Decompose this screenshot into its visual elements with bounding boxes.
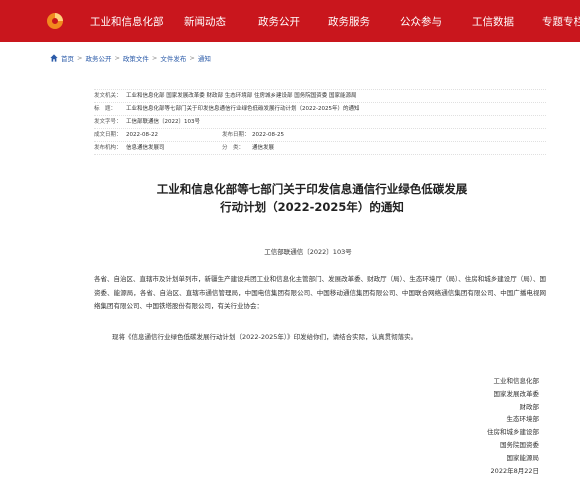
meta-category-value: 通信发展 <box>252 145 275 151</box>
document-title-line2: 行动计划（2022-2025年）的通知 <box>220 200 404 214</box>
meta-title-value: 工业和信息化部等七部门关于印发信息通信行业绿色低碳发展行动计划（2022-202… <box>126 106 360 112</box>
breadcrumb-notice: 通知 <box>197 55 211 63</box>
signer-sasac: 国务院国资委 <box>500 440 539 449</box>
meta-written-value: 2022-08-22 <box>126 132 158 138</box>
signer-nea: 国家能源局 <box>506 453 540 462</box>
document-title: 工业和信息化部等七部门关于印发信息通信行业绿色低碳发展 行动计划（2022-20… <box>150 180 474 216</box>
meta-row-docnum: 发文字号： 工信部联通信〔2022〕103号 <box>94 116 546 129</box>
breadcrumb-separator: > <box>114 54 120 62</box>
breadcrumb-policy-files[interactable]: 政策文件 <box>123 53 149 63</box>
document-body: 现将《信息通信行业绿色低碳发展行动计划（2022-2025年）》印发给你们，请结… <box>112 333 418 341</box>
nav-item-public-participation[interactable]: 公众参与 <box>400 14 442 29</box>
top-navigation-bar: 工业和信息化部 新闻动态 政务公开 政务服务 公众参与 工信数据 专题专栏 <box>0 0 580 42</box>
meta-docnum-label: 发文字号： <box>94 119 122 125</box>
signer-mohurd: 住房和城乡建设部 <box>487 428 539 437</box>
nav-item-services[interactable]: 政务服务 <box>328 14 370 29</box>
document-signers: 工业和信息化部 国家发展改革委 财政部 生态环境部 住房和城乡建设部 国务院国资… <box>487 375 539 477</box>
meta-issuer-value: 工业和信息化部 国家发展改革委 财政部 生态环境部 住房城乡建设部 国务院国资委… <box>126 93 357 99</box>
meta-docnum-value: 工信部联通信〔2022〕103号 <box>126 119 200 125</box>
nav-item-special-topics[interactable]: 专题专栏 <box>542 14 580 29</box>
meta-org-value: 信息通信发展司 <box>126 145 165 151</box>
breadcrumb-government-affairs[interactable]: 政务公开 <box>85 53 111 63</box>
signer-ndrc: 国家发展改革委 <box>493 389 540 398</box>
meta-published-value: 2022-08-25 <box>252 132 284 138</box>
nav-item-news[interactable]: 新闻动态 <box>184 14 226 29</box>
document-number: 工信部联通信〔2022〕103号 <box>264 248 352 256</box>
meta-published-label: 发布日期： <box>222 132 250 138</box>
home-icon[interactable] <box>50 54 58 62</box>
signer-mee: 生态环境部 <box>506 415 540 424</box>
breadcrumb-file-release[interactable]: 文件发布 <box>160 53 186 63</box>
meta-org-label: 发布机构： <box>94 145 122 151</box>
meta-issuer-label: 发文机关： <box>94 93 122 99</box>
document-title-line1: 工业和信息化部等七部门关于印发信息通信行业绿色低碳发展 <box>156 182 468 196</box>
nav-item-government-affairs[interactable]: 政务公开 <box>258 14 300 29</box>
meta-title-label: 标 题： <box>94 106 117 112</box>
breadcrumb: 首页 > 政务公开 > 政策文件 > 文件发布 > 通知 <box>50 53 211 63</box>
signer-mof: 财政部 <box>519 402 540 411</box>
signer-miit: 工业和信息化部 <box>493 377 540 385</box>
meta-written-label: 成文日期： <box>94 132 122 138</box>
breadcrumb-separator: > <box>189 54 195 62</box>
ministry-logo-icon[interactable] <box>46 12 64 30</box>
meta-row-org: 发布机构： 信息通信发展司 分 类： 通信发展 <box>94 142 546 155</box>
signing-date: 2022年8月22日 <box>490 466 539 475</box>
nav-item-miit[interactable]: 工业和信息化部 <box>90 14 164 29</box>
meta-row-title: 标 题： 工业和信息化部等七部门关于印发信息通信行业绿色低碳发展行动计划（2022… <box>94 103 546 116</box>
breadcrumb-home[interactable]: 首页 <box>61 53 74 63</box>
nav-item-data[interactable]: 工信数据 <box>472 14 514 29</box>
breadcrumb-separator: > <box>151 54 158 62</box>
document-meta-table: 发文机关： 工业和信息化部 国家发展改革委 财政部 生态环境部 住房城乡建设部 国… <box>94 89 546 155</box>
document-recipients: 各省、自治区、直辖市及计划单列市，新疆生产建设兵团工业和信息化主管部门、发展改革… <box>94 275 546 310</box>
meta-category-label: 分 类： <box>222 145 245 151</box>
meta-row-dates: 成文日期： 2022-08-22 发布日期： 2022-08-25 <box>94 129 546 142</box>
breadcrumb-separator: > <box>77 54 83 62</box>
meta-row-issuer: 发文机关： 工业和信息化部 国家发展改革委 财政部 生态环境部 住房城乡建设部 国… <box>94 89 546 103</box>
